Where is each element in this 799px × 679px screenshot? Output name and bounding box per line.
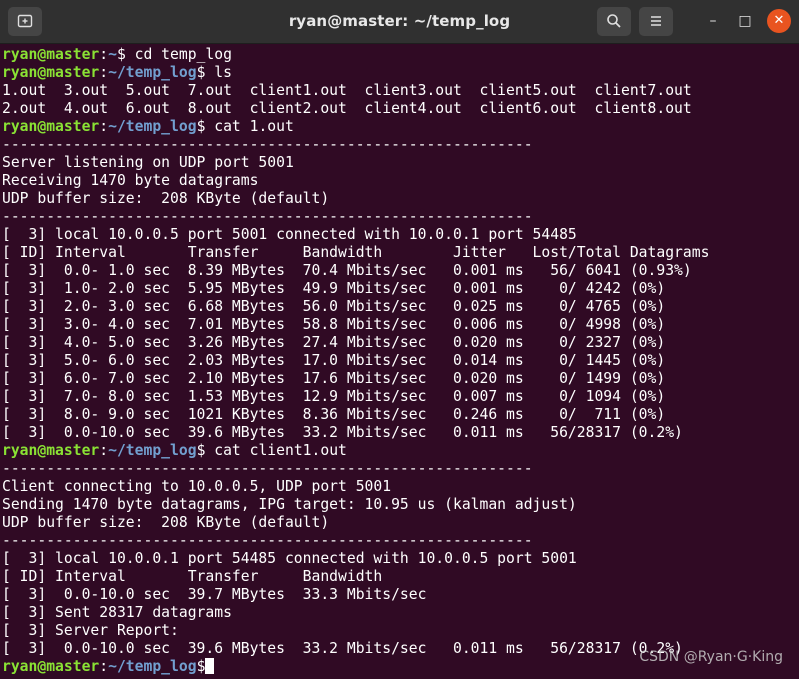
terminal-prompt-line: ryan@master:~/temp_log$ ls — [2, 64, 232, 81]
terminal-output-line: 2.out 4.out 6.out 8.out client2.out clie… — [2, 100, 799, 118]
prompt-command: ls — [205, 64, 232, 81]
output-text: [ 3] 6.0- 7.0 sec 2.10 MBytes 17.6 Mbits… — [2, 370, 666, 387]
output-text: Sending 1470 byte datagrams, IPG target:… — [2, 496, 577, 513]
terminal-output-line: ----------------------------------------… — [2, 208, 799, 226]
hamburger-menu-icon — [651, 16, 661, 26]
prompt-command: cd temp_log — [125, 46, 232, 63]
window-titlebar: ryan@master: ~/temp_log – □ ✕ — [0, 0, 799, 44]
terminal-output-line: [ 3] 5.0- 6.0 sec 2.03 MBytes 17.0 Mbits… — [2, 352, 799, 370]
output-text: ----------------------------------------… — [2, 136, 533, 153]
prompt-path: ~/temp_log — [108, 118, 197, 135]
output-text: [ 3] local 10.0.0.5 port 5001 connected … — [2, 226, 577, 243]
output-text: [ ID] Interval Transfer Bandwidth — [2, 568, 383, 585]
terminal-prompt-line: ryan@master:~/temp_log$ cat 1.out — [2, 118, 294, 135]
terminal-cursor — [205, 658, 215, 674]
terminal-output-line: [ 3] 0.0- 1.0 sec 8.39 MBytes 70.4 Mbits… — [2, 262, 799, 280]
output-text: 2.out 4.out 6.out 8.out client2.out clie… — [2, 100, 692, 117]
watermark: CSDN @Ryan·G·King — [639, 649, 783, 665]
prompt-user: ryan@master — [2, 118, 100, 135]
output-text: [ 3] Server Report: — [2, 622, 179, 639]
terminal-output-line: ----------------------------------------… — [2, 532, 799, 550]
output-text: [ 3] 1.0- 2.0 sec 5.95 MBytes 49.9 Mbits… — [2, 280, 666, 297]
output-text: [ 3] 8.0- 9.0 sec 1021 KBytes 8.36 Mbits… — [2, 406, 666, 423]
prompt-path: ~ — [108, 46, 117, 63]
terminal-output-line: [ 3] local 10.0.0.1 port 54485 connected… — [2, 550, 799, 568]
terminal-output-line: Client connecting to 10.0.0.5, UDP port … — [2, 478, 799, 496]
prompt-path: ~/temp_log — [108, 442, 197, 459]
terminal-output-line: [ ID] Interval Transfer Bandwidth Jitter… — [2, 244, 799, 262]
output-text: 1.out 3.out 5.out 7.out client1.out clie… — [2, 82, 692, 99]
output-text: [ 3] 5.0- 6.0 sec 2.03 MBytes 17.0 Mbits… — [2, 352, 666, 369]
terminal-output-line: [ 3] 8.0- 9.0 sec 1021 KBytes 8.36 Mbits… — [2, 406, 799, 424]
output-text: [ 3] Sent 28317 datagrams — [2, 604, 232, 621]
terminal-prompt-line: ryan@master:~$ cd temp_log — [2, 46, 232, 63]
output-text: ----------------------------------------… — [2, 460, 533, 477]
terminal-output-line: [ 3] 6.0- 7.0 sec 2.10 MBytes 17.6 Mbits… — [2, 370, 799, 388]
output-text: UDP buffer size: 208 KByte (default) — [2, 190, 330, 207]
terminal-output-line: [ 3] local 10.0.0.5 port 5001 connected … — [2, 226, 799, 244]
terminal-output-line: [ 3] 2.0- 3.0 sec 6.68 MBytes 56.0 Mbits… — [2, 298, 799, 316]
output-text: [ 3] 0.0- 1.0 sec 8.39 MBytes 70.4 Mbits… — [2, 262, 692, 279]
terminal-output[interactable]: ryan@master:~$ cd temp_log ryan@master:~/… — [2, 46, 799, 679]
output-text: [ 3] 0.0-10.0 sec 39.6 MBytes 33.2 Mbits… — [2, 640, 683, 657]
terminal-output-line: [ 3] 0.0-10.0 sec 39.6 MBytes 33.2 Mbits… — [2, 424, 799, 442]
output-text: [ 3] 7.0- 8.0 sec 1.53 MBytes 12.9 Mbits… — [2, 388, 666, 405]
minimize-icon: – — [709, 13, 717, 29]
terminal-output-line: [ 3] Sent 28317 datagrams — [2, 604, 799, 622]
output-text: [ 3] 4.0- 5.0 sec 3.26 MBytes 27.4 Mbits… — [2, 334, 666, 351]
output-text: ----------------------------------------… — [2, 208, 533, 225]
close-button[interactable]: ✕ — [767, 9, 791, 33]
terminal-output-line: Server listening on UDP port 5001 — [2, 154, 799, 172]
terminal-output-line: 1.out 3.out 5.out 7.out client1.out clie… — [2, 82, 799, 100]
terminal-prompt-line: ryan@master:~/temp_log$ cat client1.out — [2, 442, 347, 459]
search-icon — [607, 14, 621, 28]
output-text: Receiving 1470 byte datagrams — [2, 172, 259, 189]
output-text: [ 3] 3.0- 4.0 sec 7.01 MBytes 58.8 Mbits… — [2, 316, 666, 333]
output-text: [ 3] 2.0- 3.0 sec 6.68 MBytes 56.0 Mbits… — [2, 298, 666, 315]
terminal-output-line: [ 3] 7.0- 8.0 sec 1.53 MBytes 12.9 Mbits… — [2, 388, 799, 406]
output-text: [ 3] 0.0-10.0 sec 39.7 MBytes 33.3 Mbits… — [2, 586, 427, 603]
terminal-output-line: ----------------------------------------… — [2, 460, 799, 478]
terminal-output-line: [ 3] 3.0- 4.0 sec 7.01 MBytes 58.8 Mbits… — [2, 316, 799, 334]
terminal-output-line: Sending 1470 byte datagrams, IPG target:… — [2, 496, 799, 514]
prompt-user: ryan@master — [2, 46, 100, 63]
output-text: Client connecting to 10.0.0.5, UDP port … — [2, 478, 392, 495]
menu-button[interactable] — [639, 7, 673, 36]
output-text: Server listening on UDP port 5001 — [2, 154, 294, 171]
terminal-output-line: UDP buffer size: 208 KByte (default) — [2, 190, 799, 208]
output-text: [ 3] local 10.0.0.1 port 54485 connected… — [2, 550, 577, 567]
output-text: UDP buffer size: 208 KByte (default) — [2, 514, 330, 531]
prompt-user: ryan@master — [2, 64, 100, 81]
output-text: [ 3] 0.0-10.0 sec 39.6 MBytes 33.2 Mbits… — [2, 424, 683, 441]
prompt-path: ~/temp_log — [108, 64, 197, 81]
output-text: ----------------------------------------… — [2, 532, 533, 549]
prompt-command: cat 1.out — [205, 118, 294, 135]
window-title: ryan@master: ~/temp_log — [288, 12, 511, 30]
terminal-output-line: [ ID] Interval Transfer Bandwidth — [2, 568, 799, 586]
prompt-path: ~/temp_log — [108, 658, 197, 675]
terminal-output-line: [ 3] 0.0-10.0 sec 39.7 MBytes 33.3 Mbits… — [2, 586, 799, 604]
terminal-output-line: Receiving 1470 byte datagrams — [2, 172, 799, 190]
maximize-icon: □ — [738, 13, 752, 29]
search-button[interactable] — [597, 7, 631, 36]
close-icon: ✕ — [773, 13, 785, 28]
prompt-user: ryan@master — [2, 442, 100, 459]
terminal-output-line: UDP buffer size: 208 KByte (default) — [2, 514, 799, 532]
output-text: [ ID] Interval Transfer Bandwidth Jitter… — [2, 244, 710, 261]
minimize-button[interactable]: – — [701, 9, 725, 33]
terminal-output-line: [ 3] 1.0- 2.0 sec 5.95 MBytes 49.9 Mbits… — [2, 280, 799, 298]
prompt-command: cat client1.out — [205, 442, 347, 459]
prompt-user: ryan@master — [2, 658, 100, 675]
terminal-output-line: [ 3] 4.0- 5.0 sec 3.26 MBytes 27.4 Mbits… — [2, 334, 799, 352]
terminal-output-line: ----------------------------------------… — [2, 136, 799, 154]
terminal-output-line: [ 3] Server Report: — [2, 622, 799, 640]
maximize-button[interactable]: □ — [733, 9, 757, 33]
